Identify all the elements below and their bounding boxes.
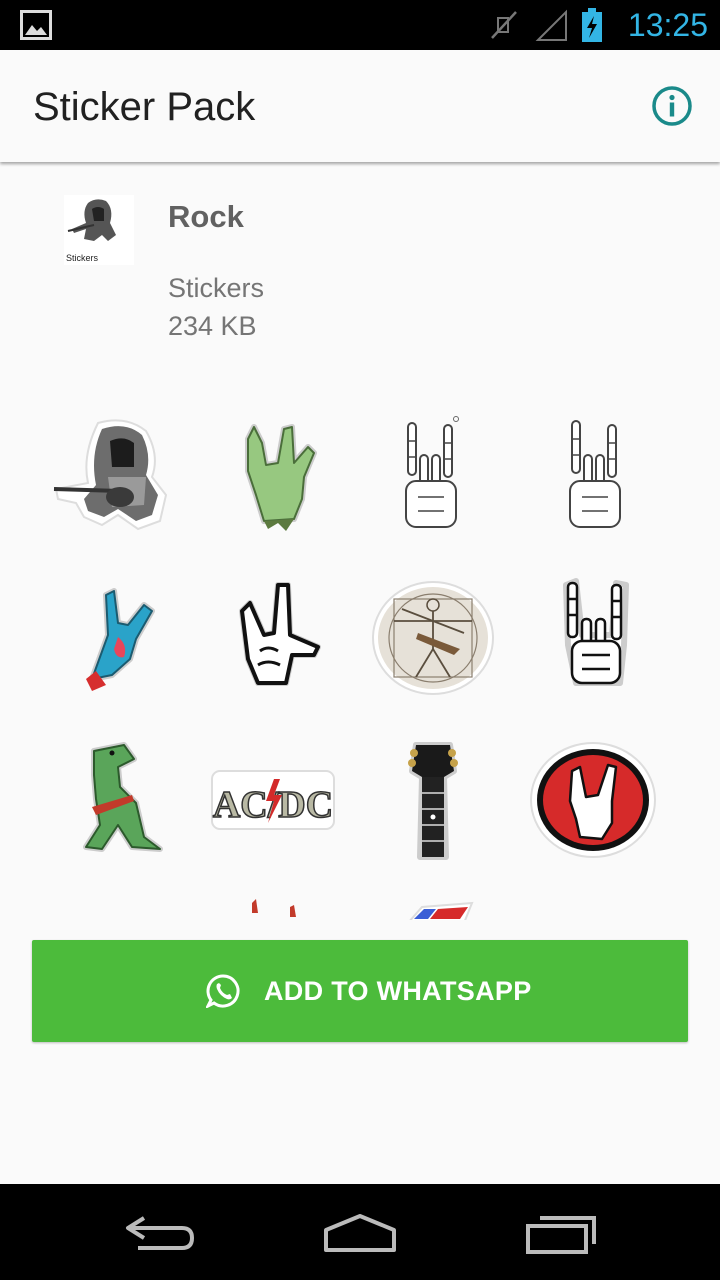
sticker-guitar-headstock[interactable] bbox=[358, 730, 508, 870]
navigation-bar bbox=[0, 1184, 720, 1280]
add-to-whatsapp-button[interactable]: ADD TO WHATSAPP bbox=[32, 940, 688, 1042]
mute-icon bbox=[491, 11, 517, 39]
back-icon[interactable] bbox=[120, 1208, 200, 1256]
recents-icon[interactable] bbox=[520, 1208, 600, 1256]
sticker-zombie-rock-hand[interactable] bbox=[198, 408, 348, 548]
sticker-red-rock-hand-badge[interactable] bbox=[518, 730, 668, 870]
clock: 13:25 bbox=[627, 7, 708, 43]
sticker-t-rex-guitar[interactable] bbox=[38, 730, 188, 870]
signal-icon bbox=[535, 9, 567, 41]
sticker-blue-rock-hand[interactable] bbox=[38, 568, 188, 708]
info-icon[interactable] bbox=[650, 84, 694, 128]
whatsapp-icon bbox=[206, 974, 240, 1008]
status-icons bbox=[491, 8, 602, 42]
thumbnail-caption: Stickers bbox=[66, 253, 99, 263]
battery-charging-icon bbox=[582, 8, 602, 42]
app-bar: Sticker Pack bbox=[0, 50, 720, 162]
page-title: Sticker Pack bbox=[33, 85, 256, 129]
sticker-vitruvian-guitarist[interactable] bbox=[358, 568, 508, 708]
sticker-grid: AC/DC bbox=[30, 408, 690, 920]
pack-size: 234 KB bbox=[168, 311, 257, 341]
sticker-rocker-guitarist[interactable] bbox=[38, 408, 188, 548]
sticker-partial[interactable] bbox=[198, 890, 348, 920]
pack-name: Rock bbox=[168, 199, 244, 234]
pack-publisher: Stickers bbox=[168, 273, 265, 303]
sticker-skeleton-rock-hand[interactable] bbox=[358, 408, 508, 548]
pack-thumbnail: Stickers bbox=[64, 195, 134, 265]
sticker-ac-dc-logo[interactable]: AC/DC bbox=[198, 730, 348, 870]
add-button-label: ADD TO WHATSAPP bbox=[264, 976, 532, 1006]
home-icon[interactable] bbox=[320, 1208, 400, 1256]
sticker-partial[interactable] bbox=[358, 890, 508, 920]
sticker-skeleton-rock-hand[interactable] bbox=[518, 568, 668, 708]
sticker-skeleton-rock-hand[interactable] bbox=[518, 408, 668, 548]
image-icon bbox=[20, 10, 52, 40]
sticker-cartoon-rock-hand[interactable] bbox=[198, 568, 348, 708]
status-bar: 13:25 bbox=[0, 0, 720, 50]
